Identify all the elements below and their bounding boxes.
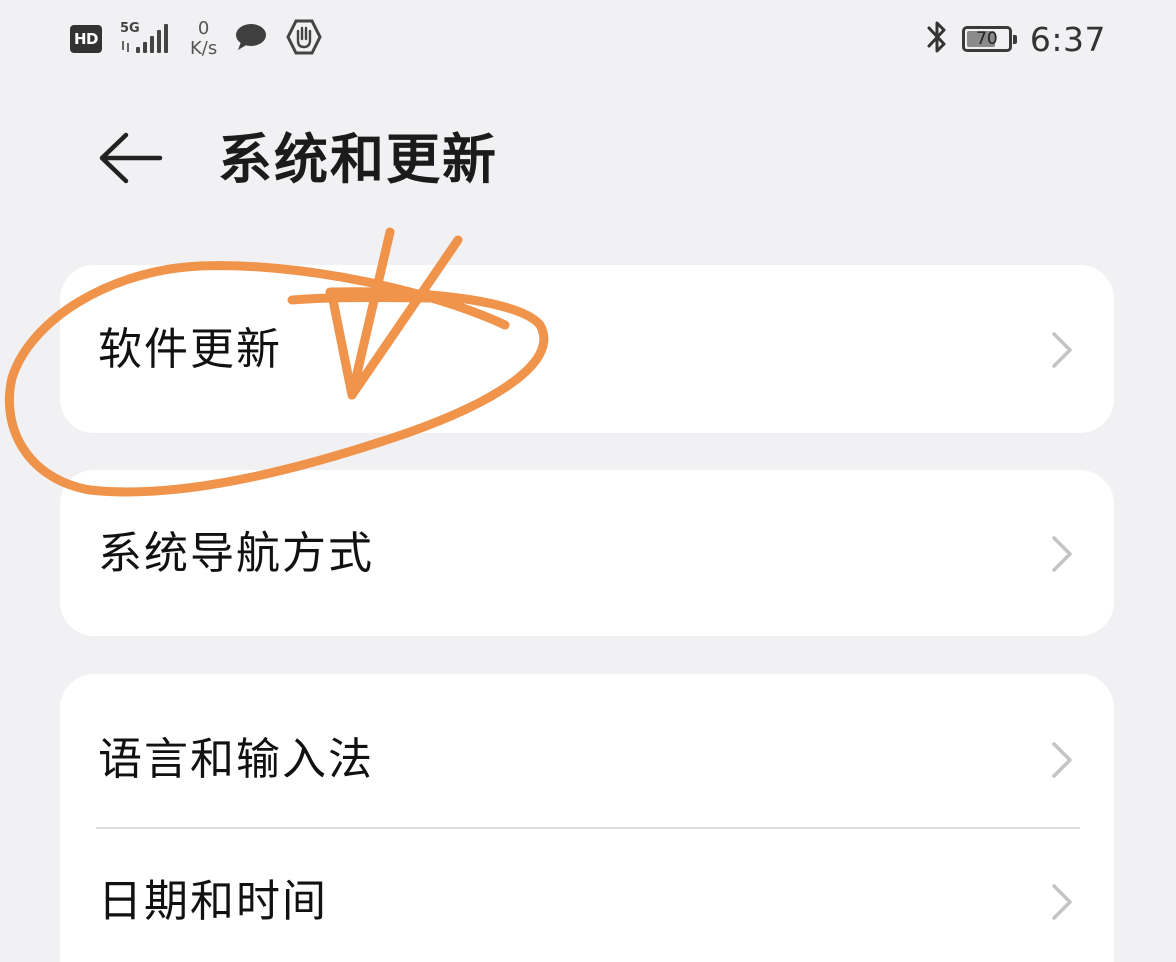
status-bar-right: 70 6:37 bbox=[924, 14, 1106, 64]
software-update-label: 软件更新 bbox=[98, 324, 282, 375]
system-navigation-item[interactable]: 系统导航方式 bbox=[60, 478, 1114, 628]
language-input-item[interactable]: 语言和输入法 bbox=[60, 684, 1114, 834]
software-update-item[interactable]: 软件更新 bbox=[60, 275, 1114, 425]
date-time-item[interactable]: 日期和时间 bbox=[60, 830, 1114, 962]
battery-level: 70 bbox=[976, 29, 998, 49]
chevron-right-icon bbox=[1046, 534, 1076, 574]
arrow-left-icon bbox=[96, 132, 164, 188]
date-time-label: 日期和时间 bbox=[98, 876, 328, 927]
chevron-right-icon bbox=[1046, 330, 1076, 370]
network-speed-unit: K/s bbox=[190, 38, 218, 59]
settings-group-navigation: 系统导航方式 bbox=[60, 470, 1114, 636]
network-speed: 0 K/s bbox=[190, 19, 217, 59]
status-time: 6:37 bbox=[1029, 19, 1106, 59]
battery-icon: 70 bbox=[961, 26, 1017, 52]
network-speed-value: 0 bbox=[197, 18, 210, 39]
chevron-right-icon bbox=[1046, 882, 1076, 922]
divider bbox=[96, 827, 1080, 829]
page-title: 系统和更新 bbox=[218, 128, 498, 191]
bluetooth-icon bbox=[924, 17, 950, 61]
message-icon bbox=[233, 21, 269, 57]
back-button[interactable] bbox=[90, 128, 170, 192]
battery-cap bbox=[1012, 35, 1017, 44]
hd-icon: HD bbox=[70, 25, 102, 53]
language-input-label: 语言和输入法 bbox=[98, 734, 374, 785]
hand-stop-icon bbox=[285, 18, 323, 60]
signal-icon: 5G bbox=[118, 19, 170, 59]
settings-group-software: 软件更新 bbox=[60, 265, 1114, 433]
settings-screen: HD 5G 0 K/s 70 6:37 系统和更新 软件更新 系统导航方式 语言… bbox=[0, 0, 1176, 962]
status-bar-left: HD 5G 0 K/s bbox=[70, 14, 323, 64]
system-navigation-label: 系统导航方式 bbox=[98, 528, 374, 579]
page-header: 系统和更新 bbox=[0, 110, 1176, 210]
settings-group-language-time: 语言和输入法 日期和时间 bbox=[60, 674, 1114, 962]
status-bar: HD 5G 0 K/s 70 6:37 bbox=[0, 0, 1176, 80]
chevron-right-icon bbox=[1046, 740, 1076, 780]
